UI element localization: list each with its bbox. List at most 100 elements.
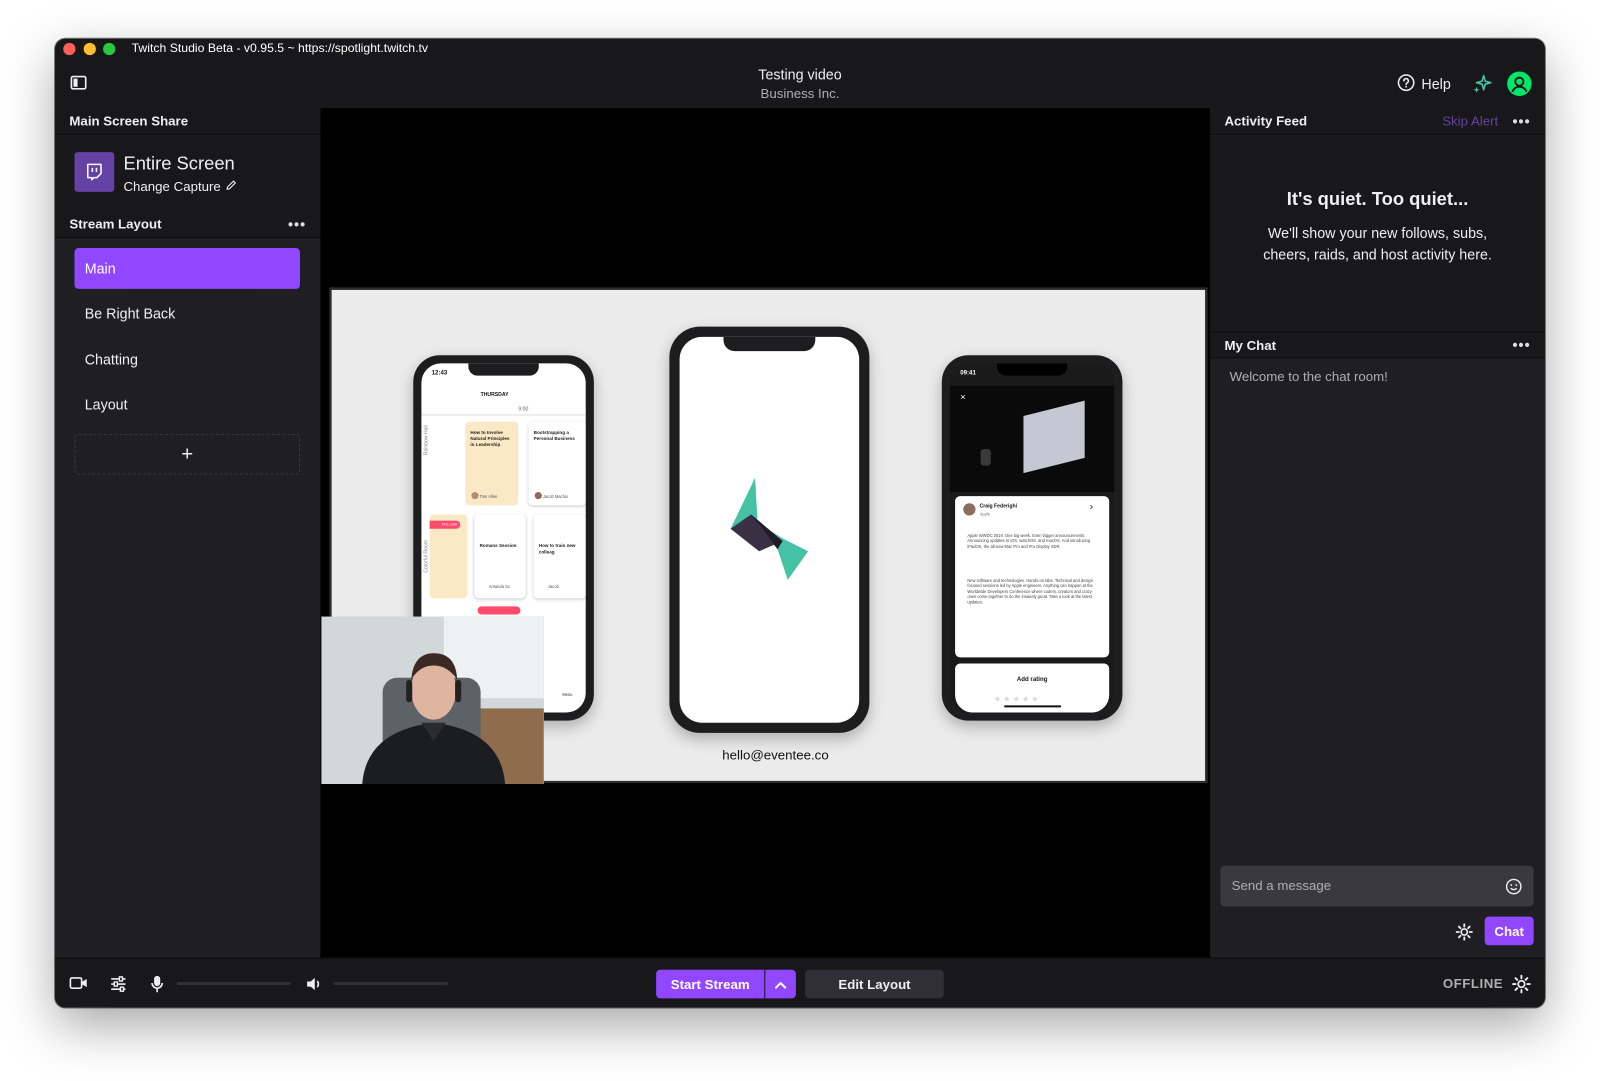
schedule-card-author: Tom Allen — [479, 494, 498, 500]
stream-options-button[interactable] — [765, 969, 796, 999]
avatar[interactable] — [1507, 71, 1532, 96]
microphone-icon[interactable] — [150, 975, 164, 998]
maximize-window-button[interactable] — [103, 42, 116, 56]
schedule-card-author: Jacob Macfon — [542, 494, 569, 500]
speaker-name: Craig Federighi — [979, 503, 1018, 510]
settings-gear-icon[interactable] — [1511, 974, 1531, 1000]
edit-layout-button[interactable]: Edit Layout — [805, 969, 944, 999]
capture-source[interactable]: Entire Screen Change Capture — [55, 135, 321, 212]
video-thumbnail: × — [949, 385, 1115, 493]
rating-card: Add rating ★★★★★ — [955, 663, 1110, 713]
schedule-card-author: Jacob — [547, 583, 559, 590]
phone-notch — [996, 363, 1068, 376]
activity-feed-title: Activity Feed — [1224, 113, 1308, 129]
schedule-card: FOLLOW — [429, 514, 468, 599]
home-indicator — [1004, 705, 1062, 708]
schedule-card-author: Amanda Sc — [488, 583, 510, 590]
sparkle-icon[interactable] — [1472, 73, 1492, 99]
stage-screen — [1023, 400, 1085, 474]
phone-time: 12:43 — [431, 370, 448, 377]
chat-more-icon[interactable]: ••• — [1513, 337, 1531, 353]
author-avatar — [534, 492, 542, 500]
phone-center — [669, 326, 870, 733]
phone-notch — [468, 363, 539, 376]
audio-mixer-icon[interactable] — [109, 975, 127, 998]
schedule-card: Romans Session Amanda Sc — [474, 514, 526, 599]
layout-item-label: Be Right Back — [84, 305, 176, 322]
phone-notch — [723, 336, 816, 352]
capture-source-name: Entire Screen — [123, 153, 235, 174]
activity-feed-more-icon[interactable]: ••• — [1513, 113, 1531, 129]
schedule-card-title: Romans Session — [479, 543, 517, 549]
left-panel: Main Screen Share Entire Screen Change C… — [55, 108, 321, 958]
rating-stars-icon: ★★★★★ — [993, 694, 1041, 704]
chat-settings-icon[interactable] — [1455, 923, 1473, 946]
session-detail-card: Craig Federighi Apple › Apple WWDC 2019.… — [955, 496, 1110, 658]
speaker-avatar — [963, 503, 976, 516]
capture-panel-header: Main Screen Share — [55, 108, 321, 135]
minimize-window-button[interactable] — [83, 42, 96, 56]
speaker-icon[interactable] — [305, 975, 323, 998]
layout-item-layout[interactable]: Layout — [74, 384, 300, 425]
stream-layout-more-icon[interactable]: ••• — [288, 216, 306, 232]
close-icon: × — [960, 391, 966, 403]
schedule-card-title: How to Involve Natural Principles in Lea… — [470, 429, 510, 448]
follow-tag: FOLLOW — [429, 520, 461, 529]
chat-send-button[interactable]: Chat — [1484, 916, 1534, 946]
microphone-level-slider[interactable] — [176, 982, 291, 986]
layout-item-be-right-back[interactable]: Be Right Back — [74, 293, 300, 334]
session-description: Apple WWDC 2019. One big week. Even bigg… — [967, 532, 1091, 549]
stream-category: Business Inc. — [760, 85, 840, 102]
session-description: New software and technologies. Hands-on … — [967, 577, 1093, 605]
camera-icon[interactable] — [69, 976, 87, 995]
plus-icon: + — [181, 442, 194, 465]
close-window-button[interactable] — [63, 42, 76, 56]
bottom-bar: Start Stream Edit Layout OFFLINE — [55, 957, 1545, 1008]
activity-feed-header: Activity Feed Skip Alert ••• — [1210, 108, 1545, 135]
phone-nav-label: Menu — [562, 692, 573, 698]
app-window: Twitch Studio Beta - v0.95.5 ~ https://s… — [55, 38, 1545, 1008]
phone-divider — [421, 414, 586, 416]
capture-panel-title: Main Screen Share — [69, 113, 189, 129]
webcam-overlay[interactable] — [321, 616, 544, 784]
layout-item-label: Chatting — [84, 351, 138, 368]
chat-message-input[interactable]: Send a message — [1220, 865, 1534, 907]
chat-header: My Chat ••• — [1210, 331, 1545, 359]
chat-title: My Chat — [1224, 337, 1277, 353]
schedule-card: Bootstrapping a Personal Business Jacob … — [528, 421, 586, 506]
skip-alert-button[interactable]: Skip Alert — [1442, 113, 1498, 128]
capture-source-thumbnail — [74, 152, 115, 192]
speaker-company: Apple — [979, 511, 991, 517]
volume-slider[interactable] — [333, 982, 448, 986]
activity-empty-body: We'll show your new follows, subs, cheer… — [1263, 224, 1492, 263]
title-bar: Twitch Studio Beta - v0.95.5 ~ https://s… — [55, 38, 1545, 60]
rating-label: Add rating — [1016, 676, 1048, 683]
phone-pill — [477, 606, 521, 615]
start-stream-button[interactable]: Start Stream — [656, 969, 765, 999]
phone-room-label: Rainbow Hall — [423, 425, 430, 456]
activity-feed-body: It's quiet. Too quiet... We'll show your… — [1210, 135, 1545, 332]
author-avatar — [471, 492, 479, 500]
emoji-icon[interactable] — [1505, 878, 1522, 900]
schedule-card-title: How to train new colleag — [538, 543, 576, 555]
app-header: Testing video Business Inc. Help — [55, 59, 1545, 109]
phone-time: 09:41 — [960, 370, 976, 377]
layout-item-chatting[interactable]: Chatting — [74, 339, 300, 380]
phone-right: 09:41 × Craig Federighi Apple › Apple WW… — [941, 355, 1123, 721]
change-capture-label: Change Capture — [123, 178, 221, 194]
add-layout-button[interactable]: + — [74, 433, 300, 475]
change-capture-link[interactable]: Change Capture — [123, 179, 237, 194]
layout-item-main[interactable]: Main — [74, 248, 300, 289]
stream-layout-title: Stream Layout — [69, 216, 162, 232]
phone-hour: 9:00 — [518, 406, 529, 413]
phone-day: THURSDAY — [480, 391, 509, 399]
help-icon — [1397, 73, 1415, 94]
stream-layout-header: Stream Layout ••• — [55, 211, 321, 238]
chat-welcome-message: Welcome to the chat room! — [1229, 368, 1388, 384]
schedule-card: How to train new colleag Jacob — [533, 514, 586, 599]
help-button[interactable]: Help — [1397, 73, 1451, 93]
phone-center-screen — [679, 336, 860, 723]
speaker-figure — [980, 449, 991, 466]
stream-preview[interactable]: 12:43 THURSDAY 9:00 Rainbow Hall Colorfu… — [320, 108, 1211, 958]
chevron-right-icon: › — [1089, 501, 1094, 513]
